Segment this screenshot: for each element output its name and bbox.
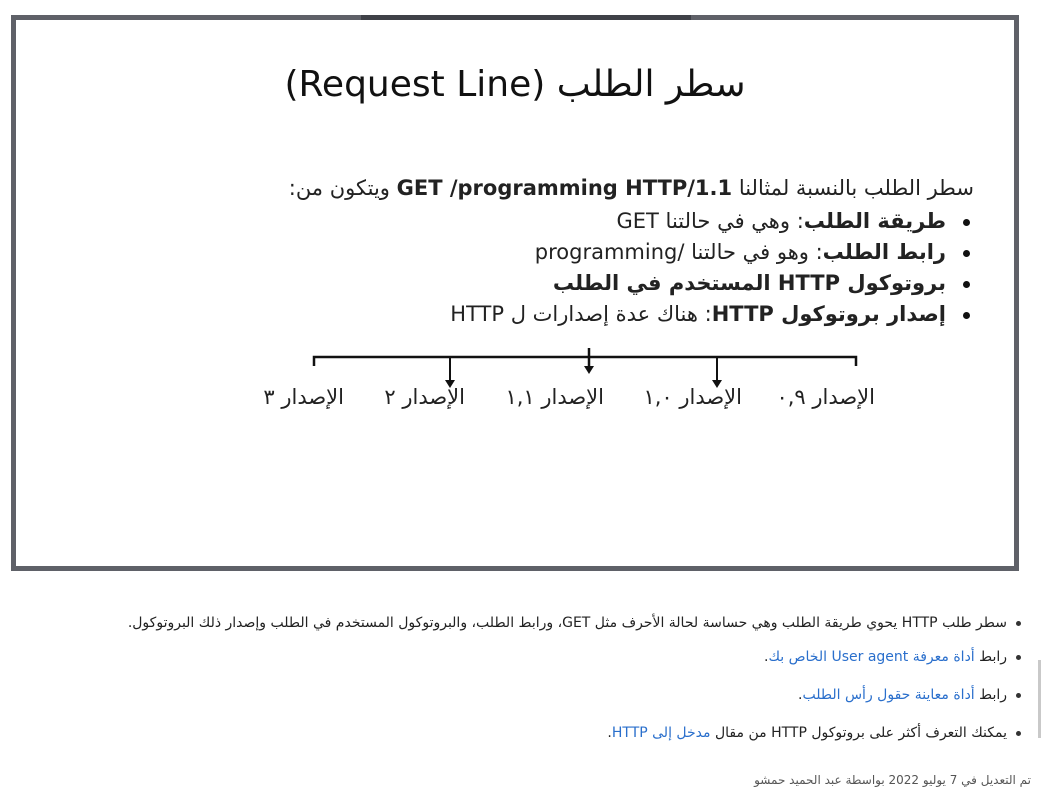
note-text: رابط	[974, 649, 1007, 665]
note-text: سطر طلب HTTP يحوي طريقة الطلب وهي حساسة …	[127, 615, 1007, 631]
version-label: الإصدار ١,٠	[643, 385, 742, 409]
slide-list-item: إصدار بروتوكول HTTP: هناك عدة إصدارات ل …	[450, 299, 974, 330]
slide-list-item: رابط الطلب: وهو في حالتنا /programming	[450, 237, 974, 268]
user-agent-tool-link[interactable]: أداة معرفة User agent الخاص بك	[768, 649, 974, 665]
note-item: رابط أداة معاينة حقول رأس الطلب.	[11, 684, 1021, 706]
item-label: بروتوكول HTTP المستخدم في الطلب	[552, 271, 946, 295]
bullet-icon	[963, 250, 970, 257]
note-text: رابط	[974, 687, 1007, 703]
item-label: طريقة الطلب	[803, 209, 946, 233]
version-label: الإصدار ٠,٩	[776, 385, 875, 409]
notes-list: سطر طلب HTTP يحوي طريقة الطلب وهي حساسة …	[11, 612, 1021, 756]
bullet-icon	[963, 219, 970, 226]
slide-intro-end: ويتكون من:	[288, 176, 390, 200]
item-text: : وهي في حالتنا GET	[616, 209, 804, 233]
slide-list: طريقة الطلب: وهي في حالتنا GET رابط الطل…	[450, 206, 974, 330]
note-item: رابط أداة معرفة User agent الخاص بك.	[11, 646, 1021, 668]
item-label: إصدار بروتوكول HTTP	[711, 302, 946, 326]
bullet-icon	[1016, 731, 1021, 736]
slide-intro-text: سطر الطلب بالنسبة لمثالنا	[738, 176, 974, 200]
note-text: يمكنك التعرف أكثر على بروتوكول HTTP من م…	[710, 725, 1007, 741]
slide-top-tab	[361, 15, 691, 20]
slide-intro: سطر الطلب بالنسبة لمثالنا GET /programmi…	[289, 176, 974, 200]
http-intro-link[interactable]: مدخل إلى HTTP	[612, 725, 711, 741]
slide-list-item: بروتوكول HTTP المستخدم في الطلب	[450, 268, 974, 299]
bullet-icon	[963, 312, 970, 319]
slide-title: سطر الطلب (Request Line)	[284, 64, 746, 105]
item-label: رابط الطلب	[822, 240, 946, 264]
version-label: الإصدار ٣	[263, 385, 344, 409]
last-edited-footer: تم التعديل في 7 يوليو 2022 بواسطة عبد ال…	[754, 773, 1031, 787]
headers-tool-link[interactable]: أداة معاينة حقول رأس الطلب	[803, 687, 975, 703]
bullet-icon	[963, 281, 970, 288]
bullet-icon	[1016, 621, 1021, 626]
slide-intro-example: GET /programming HTTP/1.1	[396, 176, 733, 200]
note-item: يمكنك التعرف أكثر على بروتوكول HTTP من م…	[11, 722, 1021, 744]
slide-list-item: طريقة الطلب: وهي في حالتنا GET	[450, 206, 974, 237]
version-label: الإصدار ١,١	[505, 385, 604, 409]
note-item: سطر طلب HTTP يحوي طريقة الطلب وهي حساسة …	[11, 612, 1021, 634]
item-text: : هناك عدة إصدارات ل HTTP	[450, 302, 712, 326]
slide-image: سطر الطلب (Request Line) سطر الطلب بالنس…	[11, 15, 1019, 571]
bullet-icon	[1016, 693, 1021, 698]
item-text: : وهو في حالتنا /programming	[534, 240, 823, 264]
bullet-icon	[1016, 655, 1021, 660]
version-label: الإصدار ٢	[384, 385, 465, 409]
